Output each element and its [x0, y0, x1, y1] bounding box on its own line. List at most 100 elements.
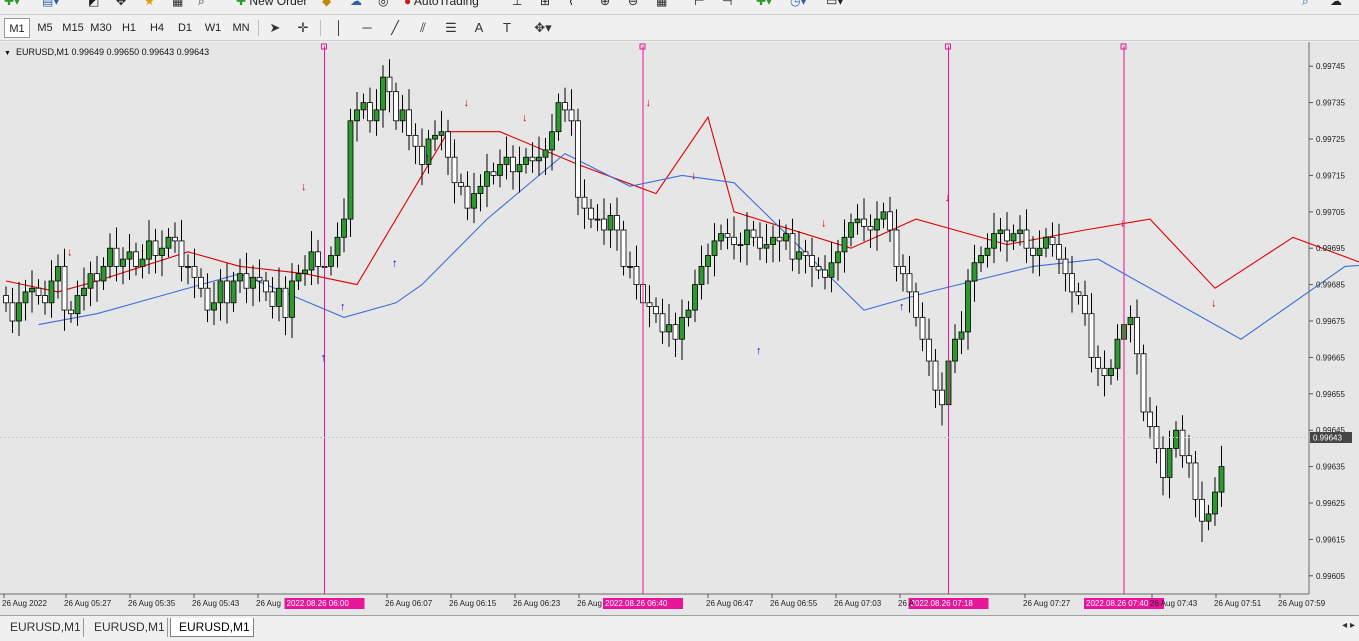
tab-eurusd-m1-1[interactable]: EURUSD,M1	[2, 618, 84, 637]
time-tick-label: 26 Aug 07:27	[1023, 599, 1071, 608]
auto-trading-button[interactable]: ● AutoTrading	[404, 0, 479, 12]
time-tick-label: 26 Aug 07:43	[1150, 599, 1198, 608]
equidistant-channel-icon[interactable]: ⫽	[412, 18, 434, 38]
sell-arrow-icon: ↓	[522, 112, 528, 124]
time-tick-label: 26 Aug 06:23	[513, 599, 561, 608]
navigator-icon[interactable]: ✥	[116, 0, 126, 12]
sell-arrow-icon: ↓	[301, 181, 307, 193]
candle	[348, 109, 353, 237]
periods-icon[interactable]: ◷▾	[790, 0, 807, 12]
favorites-icon[interactable]: ★	[144, 0, 155, 12]
tf-button-w1[interactable]: W1	[200, 18, 226, 38]
vline-time-label: 2022.08.26 07:18	[911, 599, 974, 608]
crosshair-icon[interactable]: ✛	[292, 18, 314, 38]
horizontal-line-icon[interactable]: ─	[356, 18, 378, 38]
auto-trading-icon: ●	[404, 0, 411, 8]
chart-tabs: EURUSD,M1 EURUSD,M1 EURUSD,M1 ◂ ▸	[0, 615, 1359, 641]
price-tick-label: 0.99625	[1316, 499, 1345, 508]
profiles-icon[interactable]: ▤▾	[42, 0, 59, 12]
toolbar-separator	[320, 20, 321, 36]
text-icon[interactable]: A	[468, 18, 490, 38]
templates-icon[interactable]: ▭▾	[826, 0, 843, 12]
new-order-label: New Order	[249, 0, 307, 8]
price-chart[interactable]: EURUSD,M1 0.99649 0.99650 0.99643 0.9964…	[0, 42, 1359, 615]
tab-eurusd-m1-3[interactable]: EURUSD,M1	[170, 618, 254, 637]
sell-arrow-icon: ↓	[646, 97, 652, 109]
buy-arrow-icon: ↑	[756, 345, 762, 357]
sell-arrow-icon: ↓	[1211, 297, 1217, 309]
time-tick-label: 26 Aug 06:47	[706, 599, 754, 608]
text-label-icon[interactable]: T	[496, 18, 518, 38]
price-tick-label: 0.99655	[1316, 390, 1345, 399]
market-watch-icon[interactable]: ◩	[88, 0, 99, 12]
time-tick-label: 26 Aug	[577, 599, 602, 608]
tf-button-h1[interactable]: H1	[116, 18, 142, 38]
tf-button-mn[interactable]: MN	[228, 18, 254, 38]
price-tick-label: 0.99665	[1316, 353, 1345, 362]
time-tick-label: 26 Aug 06:55	[770, 599, 818, 608]
metaeditor-icon[interactable]: ◆	[322, 0, 331, 12]
shift-icon[interactable]: ⊣	[722, 0, 732, 12]
time-tick-label: 26 A	[898, 599, 915, 608]
time-tick-label: 26 Aug 07:59	[1278, 599, 1326, 608]
price-tick-label: 0.99705	[1316, 208, 1345, 217]
vline-time-label: 2022.08.26 07:40	[1086, 599, 1149, 608]
sell-arrow-icon: ↓	[67, 246, 73, 258]
tile-windows-icon[interactable]: ▦	[656, 0, 667, 12]
cursor-icon[interactable]: ➤	[264, 18, 286, 38]
sell-arrow-icon: ↓	[945, 192, 951, 204]
price-tick-label: 0.99615	[1316, 535, 1345, 544]
time-tick-label: 26 Aug 05:27	[64, 599, 112, 608]
bar-chart-icon[interactable]: ⊥	[512, 0, 522, 12]
tf-button-h4[interactable]: H4	[144, 18, 170, 38]
signals-icon[interactable]: ☁	[350, 0, 362, 12]
candle-chart-icon[interactable]: ⊞	[540, 0, 550, 12]
indicators-icon[interactable]: ✚▾	[756, 0, 772, 12]
tf-button-m15[interactable]: M15	[60, 18, 86, 38]
new-order-icon: ✚	[236, 0, 246, 8]
price-ticks: 0.997450.997350.997250.997150.997050.996…	[1309, 62, 1345, 581]
time-tick-label: 26 Aug 06:07	[385, 599, 433, 608]
terminal-icon[interactable]: ▦	[172, 0, 183, 12]
price-tick-label: 0.99725	[1316, 135, 1345, 144]
tab-scroll-arrows[interactable]: ◂ ▸	[1342, 620, 1355, 631]
tf-button-m5[interactable]: M5	[32, 18, 58, 38]
arrows-dropdown-icon[interactable]: ✥▾	[528, 18, 558, 38]
time-tick-label: 26 Aug 06:15	[449, 599, 497, 608]
new-chart-icon[interactable]: ✚▾	[4, 0, 20, 12]
sell-arrow-icon: ↓	[464, 97, 470, 109]
buy-arrow-icon: ↑	[321, 352, 327, 364]
scroll-icon[interactable]: ⊢	[694, 0, 704, 12]
new-order-button[interactable]: ✚ New Order	[236, 0, 307, 12]
fibonacci-icon[interactable]: ☰	[440, 18, 462, 38]
buy-arrow-icon: ↑	[899, 301, 905, 313]
chart-header: EURUSD,M1 0.99649 0.99650 0.99643 0.9964…	[16, 47, 209, 57]
timeframe-toolbar: M1M5M15M30H1H4D1W1MN ➤ ✛ │ ─ ╱ ⫽ ☰ A T ✥…	[0, 16, 1359, 41]
market-icon[interactable]: ◎	[378, 0, 388, 12]
zoom-in-icon[interactable]: ⊕	[600, 0, 610, 12]
tf-button-d1[interactable]: D1	[172, 18, 198, 38]
collapse-triangle-icon[interactable]: ▼	[4, 50, 11, 57]
tester-icon[interactable]: ⌕	[198, 0, 205, 12]
chart-window[interactable]: EURUSD,M1 0.99649 0.99650 0.99643 0.9964…	[0, 42, 1359, 615]
chat-icon[interactable]: ☁	[1330, 0, 1342, 12]
price-tick-label: 0.99715	[1316, 171, 1345, 180]
vertical-line-icon[interactable]: │	[328, 18, 350, 38]
price-tick-label: 0.99635	[1316, 463, 1345, 472]
trendline-icon[interactable]: ╱	[384, 18, 406, 38]
tf-button-m30[interactable]: M30	[88, 18, 114, 38]
vline-time-label: 2022.08.26 06:40	[605, 599, 668, 608]
zoom-out-icon[interactable]: ⊖	[628, 0, 638, 12]
time-tick-label: 26 Aug 05:35	[128, 599, 176, 608]
buy-arrow-icon: ↑	[425, 152, 431, 164]
search-icon[interactable]: ⌕	[1302, 0, 1309, 12]
time-tick-label: 26 Aug 07:51	[1214, 599, 1262, 608]
tab-eurusd-m1-2[interactable]: EURUSD,M1	[86, 618, 168, 637]
tf-button-m1[interactable]: M1	[4, 18, 30, 38]
sell-arrow-icon: ↓	[691, 170, 697, 182]
main-toolbar: ✚▾ ▤▾ ◩ ✥ ★ ▦ ⌕ ✚ New Order ◆ ☁ ◎ ● Auto…	[0, 0, 1359, 15]
line-chart-icon[interactable]: ⌇	[568, 0, 574, 12]
sell-arrow-icon: ↓	[1120, 217, 1126, 229]
time-tick-label: 26 Aug 2022	[2, 599, 47, 608]
buy-arrow-icon: ↑	[340, 301, 346, 313]
